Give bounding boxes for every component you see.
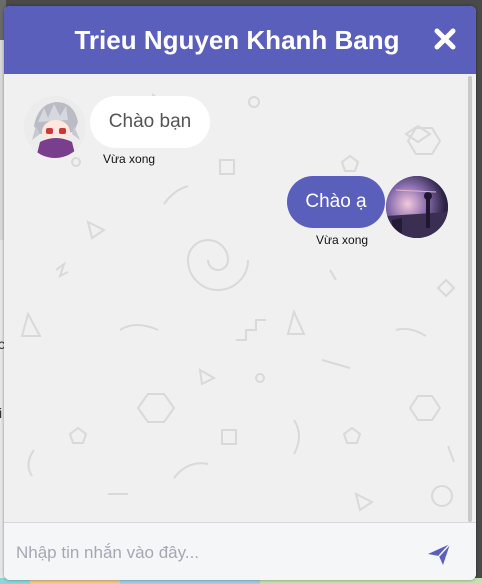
message-text: Chào ạ (305, 191, 367, 212)
contact-avatar (24, 96, 86, 158)
chat-window: Trieu Nguyen Khanh Bang Chào bạn Vừa xon… (4, 6, 476, 580)
message-bubble-incoming: Chào bạn (90, 96, 210, 148)
message-bubble-outgoing: Chào ạ (287, 176, 385, 228)
close-icon[interactable] (432, 26, 458, 52)
chat-title: Trieu Nguyen Khanh Bang (74, 24, 400, 55)
user-avatar (386, 176, 448, 238)
chat-header: Trieu Nguyen Khanh Bang (4, 6, 476, 74)
message-list[interactable]: Chào bạn Vừa xong Chào ạ Vừa xong (4, 74, 476, 522)
message-text: Chào bạn (108, 111, 192, 132)
message-input[interactable] (14, 531, 418, 575)
background-text-fragment: i (0, 405, 3, 421)
composer (4, 522, 476, 580)
send-icon[interactable] (426, 541, 452, 567)
scrollbar[interactable] (468, 76, 472, 522)
message-time: Vừa xong (316, 233, 369, 247)
message-time: Vừa xong (103, 152, 156, 166)
